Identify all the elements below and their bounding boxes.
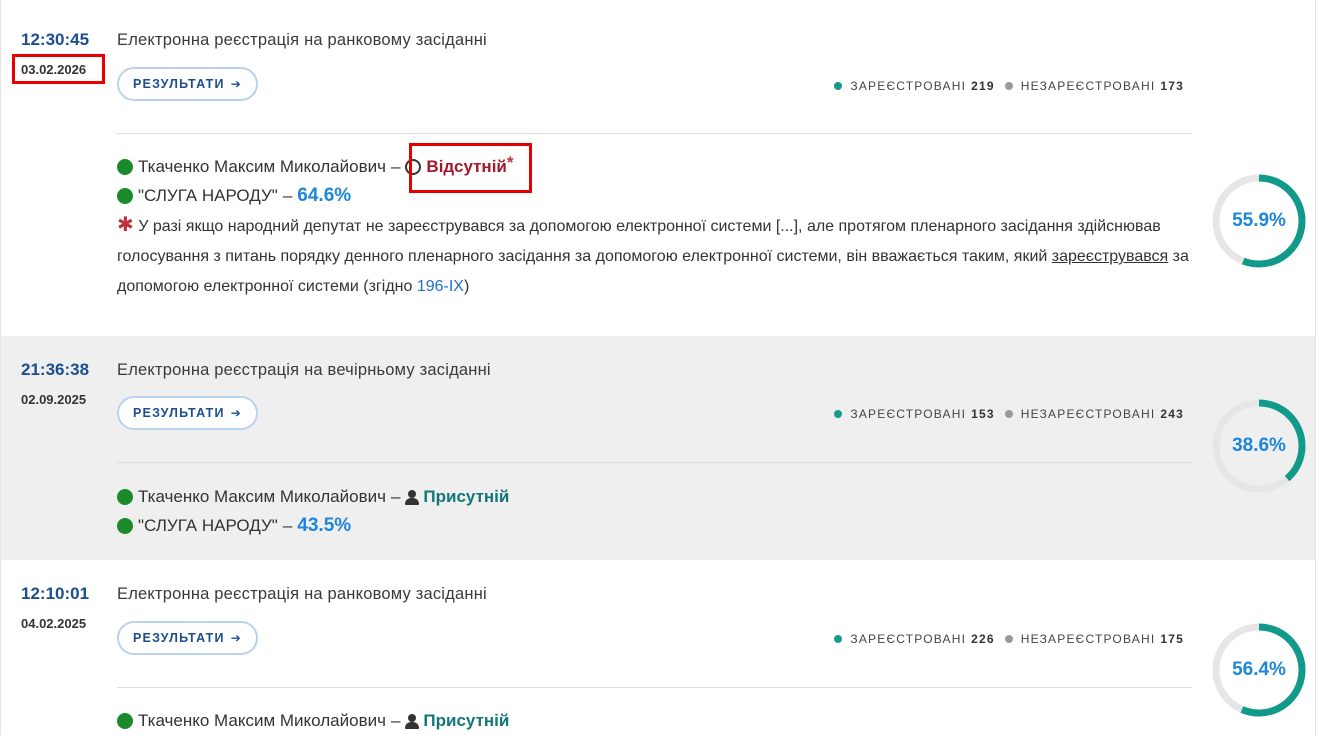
registered-dot-icon: [834, 82, 843, 90]
faction-name[interactable]: "СЛУГА НАРОДУ": [138, 516, 278, 536]
footnote-text: У разі якщо народний депутат не зареєстр…: [117, 218, 1161, 265]
status-highlight-box: [409, 143, 532, 193]
registration-stats: ЗАРЕЄСТРОВАНІ 226 НЕЗАРЕЄСТРОВАНІ 175: [834, 632, 1184, 646]
event-date: 02.09.2025: [21, 392, 87, 407]
unregistered-label: НЕЗАРЕЄСТРОВАНІ: [1020, 407, 1156, 421]
event-card: 12:30:45 03.02.2026 Електронна реєстраці…: [1, 0, 1315, 336]
registered-count: 226: [971, 632, 995, 646]
deputy-name[interactable]: Ткаченко Максим Миколайович: [138, 711, 386, 731]
date-highlight-box: [12, 54, 105, 84]
asterisk-icon: ✱: [117, 214, 134, 236]
unregistered-label: НЕЗАРЕЄСТРОВАНІ: [1020, 632, 1156, 646]
registration-stats: ЗАРЕЄСТРОВАНІ 153 НЕЗАРЕЄСТРОВАНІ 243: [834, 407, 1184, 421]
event-title: Електронна реєстрація на ранковому засід…: [117, 585, 487, 603]
deputy-line: Ткаченко Максим Миколайович – Присутній: [117, 487, 509, 507]
event-card: 21:36:38 02.09.2025 Електронна реєстраці…: [1, 336, 1315, 560]
registered-label: ЗАРЕЄСТРОВАНІ: [850, 407, 967, 421]
deputy-name[interactable]: Ткаченко Максим Миколайович: [138, 157, 386, 177]
faction-percent: 64.6%: [297, 185, 352, 206]
unregistered-count: 243: [1160, 407, 1184, 421]
unregistered-label: НЕЗАРЕЄСТРОВАНІ: [1020, 79, 1156, 93]
event-title: Електронна реєстрація на вечірньому засі…: [117, 361, 491, 379]
deputy-name[interactable]: Ткаченко Максим Миколайович: [138, 487, 386, 507]
registered-label: ЗАРЕЄСТРОВАНІ: [850, 79, 967, 93]
event-time: 12:30:45: [21, 30, 90, 49]
event-time: 21:36:38: [21, 360, 90, 379]
registration-donut: 56.4%: [1211, 622, 1307, 718]
registration-donut: 55.9%: [1211, 173, 1307, 269]
faction-dot-icon: [117, 188, 133, 204]
registration-list: 12:30:45 03.02.2026 Електронна реєстраці…: [0, 0, 1316, 735]
faction-line: "СЛУГА НАРОДУ" – 64.6%: [117, 185, 351, 207]
event-date: 04.02.2025: [21, 616, 87, 631]
registered-dot-icon: [834, 410, 843, 418]
unregistered-count: 173: [1160, 79, 1184, 93]
results-button[interactable]: РЕЗУЛЬТАТИ ➔: [117, 67, 258, 101]
unregistered-count: 175: [1160, 632, 1184, 646]
faction-dot-icon: [117, 159, 133, 175]
divider: [117, 133, 1192, 134]
footnote: ✱ У разі якщо народний депутат не зареєс…: [117, 210, 1197, 302]
event-time: 12:10:01: [21, 584, 90, 603]
status-present: Присутній: [423, 487, 510, 506]
unregistered-dot-icon: [1004, 410, 1013, 418]
donut-percent: 38.6%: [1232, 435, 1286, 456]
registration-stats: ЗАРЕЄСТРОВАНІ 219 НЕЗАРЕЄСТРОВАНІ 173: [834, 79, 1184, 93]
donut-percent: 56.4%: [1232, 659, 1286, 680]
person-icon: [405, 713, 420, 729]
faction-percent: 43.5%: [297, 515, 352, 536]
footnote-text: ): [463, 278, 470, 295]
registered-count: 153: [971, 407, 995, 421]
person-icon: [405, 489, 420, 505]
event-card: 12:10:01 04.02.2025 Електронна реєстраці…: [1, 560, 1315, 735]
footnote-underlined: зареєструвався: [1051, 248, 1169, 265]
faction-name[interactable]: "СЛУГА НАРОДУ": [138, 186, 278, 206]
divider: [117, 462, 1192, 463]
arrow-right-icon: ➔: [230, 77, 242, 91]
donut-percent: 55.9%: [1232, 210, 1286, 231]
faction-dot-icon: [117, 489, 133, 505]
unregistered-dot-icon: [1004, 635, 1013, 643]
results-button[interactable]: РЕЗУЛЬТАТИ ➔: [117, 621, 258, 655]
status-present: Присутній: [423, 711, 510, 730]
arrow-right-icon: ➔: [230, 406, 242, 420]
divider: [117, 687, 1192, 688]
faction-dot-icon: [117, 518, 133, 534]
faction-line: "СЛУГА НАРОДУ" – 43.5%: [117, 515, 351, 537]
law-link[interactable]: 196-IX: [417, 278, 464, 295]
results-button-label: РЕЗУЛЬТАТИ: [133, 631, 225, 645]
registered-dot-icon: [834, 635, 843, 643]
results-button-label: РЕЗУЛЬТАТИ: [133, 406, 225, 420]
deputy-line: Ткаченко Максим Миколайович – Присутній: [117, 711, 509, 731]
registration-donut: 38.6%: [1211, 398, 1307, 494]
faction-dot-icon: [117, 713, 133, 729]
event-title: Електронна реєстрація на ранковому засід…: [117, 31, 487, 49]
results-button[interactable]: РЕЗУЛЬТАТИ ➔: [117, 396, 258, 430]
registered-label: ЗАРЕЄСТРОВАНІ: [850, 632, 967, 646]
results-button-label: РЕЗУЛЬТАТИ: [133, 77, 225, 91]
arrow-right-icon: ➔: [230, 631, 242, 645]
unregistered-dot-icon: [1004, 82, 1013, 90]
registered-count: 219: [971, 79, 995, 93]
